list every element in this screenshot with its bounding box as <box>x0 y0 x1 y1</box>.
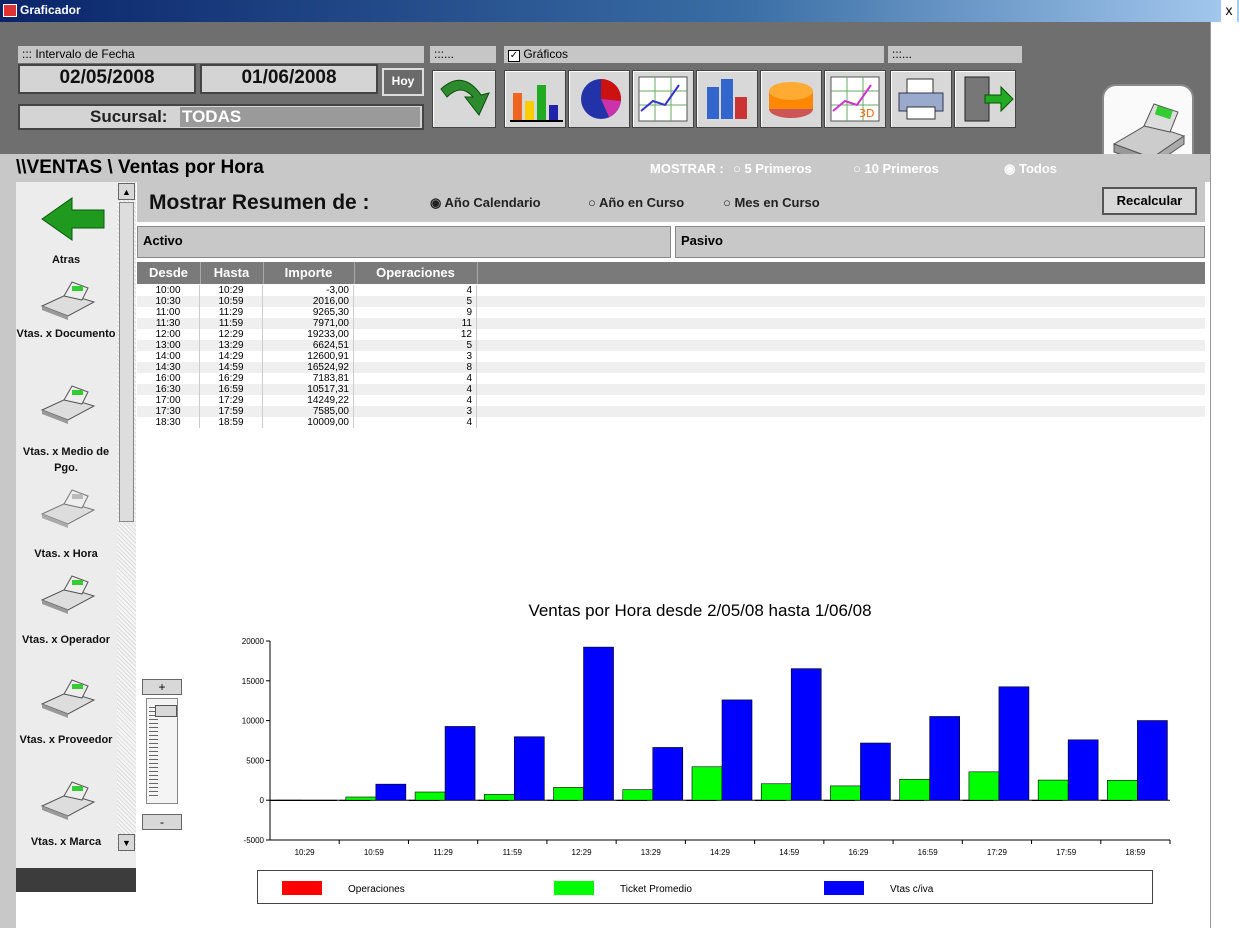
legend-swatch-operaciones <box>282 881 322 895</box>
x-tick-label: 11:29 <box>433 848 453 857</box>
bar-vtas-c-iva <box>1137 720 1168 801</box>
y-tick-label: 0 <box>260 796 265 805</box>
legend-label: Ticket Promedio <box>620 884 692 895</box>
x-tick-label: 16:59 <box>918 848 939 857</box>
legend-swatch-vtas <box>824 881 864 895</box>
y-tick-label: 10000 <box>242 717 265 726</box>
legend-swatch-ticket <box>554 881 594 895</box>
x-tick-label: 14:59 <box>779 848 800 857</box>
y-tick-label: 5000 <box>246 756 264 765</box>
x-tick-label: 11:59 <box>503 848 523 857</box>
bar-vtas-c-iva <box>375 783 407 801</box>
x-tick-label: 17:59 <box>1056 848 1077 857</box>
bar-vtas-c-iva <box>929 716 960 801</box>
bar-vtas-c-iva <box>998 686 1030 801</box>
y-tick-label: 15000 <box>242 677 265 686</box>
right-margin <box>1210 22 1239 928</box>
bar-vtas-c-iva <box>1067 739 1099 801</box>
bar-ticket-promedio <box>1037 779 1069 801</box>
bar-vtas-c-iva <box>790 668 822 801</box>
x-tick-label: 10:59 <box>364 848 385 857</box>
x-tick-label: 10:29 <box>295 848 316 857</box>
bar-ticket-promedio <box>622 789 654 801</box>
bar-vtas-c-iva <box>514 736 545 801</box>
y-tick-label: 20000 <box>242 637 265 646</box>
bar-ticket-promedio <box>899 778 930 801</box>
bar-ticket-promedio <box>484 794 515 801</box>
x-tick-label: 13:29 <box>641 848 662 857</box>
bar-ticket-promedio <box>276 799 307 802</box>
sales-chart: 20000 15000 10000 5000 0 -5000 10:29 10:59 11:29… <box>242 637 1171 857</box>
bar-vtas-c-iva <box>721 699 753 801</box>
bar-vtas-c-iva <box>860 742 891 801</box>
x-tick-label: 16:29 <box>848 848 869 857</box>
x-tick-label: 18:59 <box>1125 848 1146 857</box>
bar-ticket-promedio <box>830 785 861 801</box>
bar-ticket-promedio <box>1107 779 1138 801</box>
bar-ticket-promedio <box>760 783 792 801</box>
legend-label: Operaciones <box>348 884 405 895</box>
bar-ticket-promedio <box>553 787 584 801</box>
bar-vtas-c-iva <box>444 726 476 801</box>
bar-ticket-promedio <box>691 766 723 801</box>
y-tick-label: -5000 <box>244 836 265 845</box>
legend-label: Vtas c/iva <box>890 884 934 895</box>
bar-ticket-promedio <box>968 771 1000 801</box>
bar-ticket-promedio <box>414 791 446 801</box>
bar-ticket-promedio <box>345 796 377 801</box>
bar-vtas-c-iva <box>652 747 684 801</box>
x-tick-label: 17:29 <box>987 848 1008 857</box>
bar-vtas-c-iva <box>583 646 614 801</box>
x-tick-label: 12:29 <box>572 848 593 857</box>
bar-vtas-c-iva <box>306 799 337 802</box>
x-tick-label: 14:29 <box>710 848 731 857</box>
chart-legend: Operaciones Ticket Promedio Vtas c/iva <box>257 870 1153 904</box>
